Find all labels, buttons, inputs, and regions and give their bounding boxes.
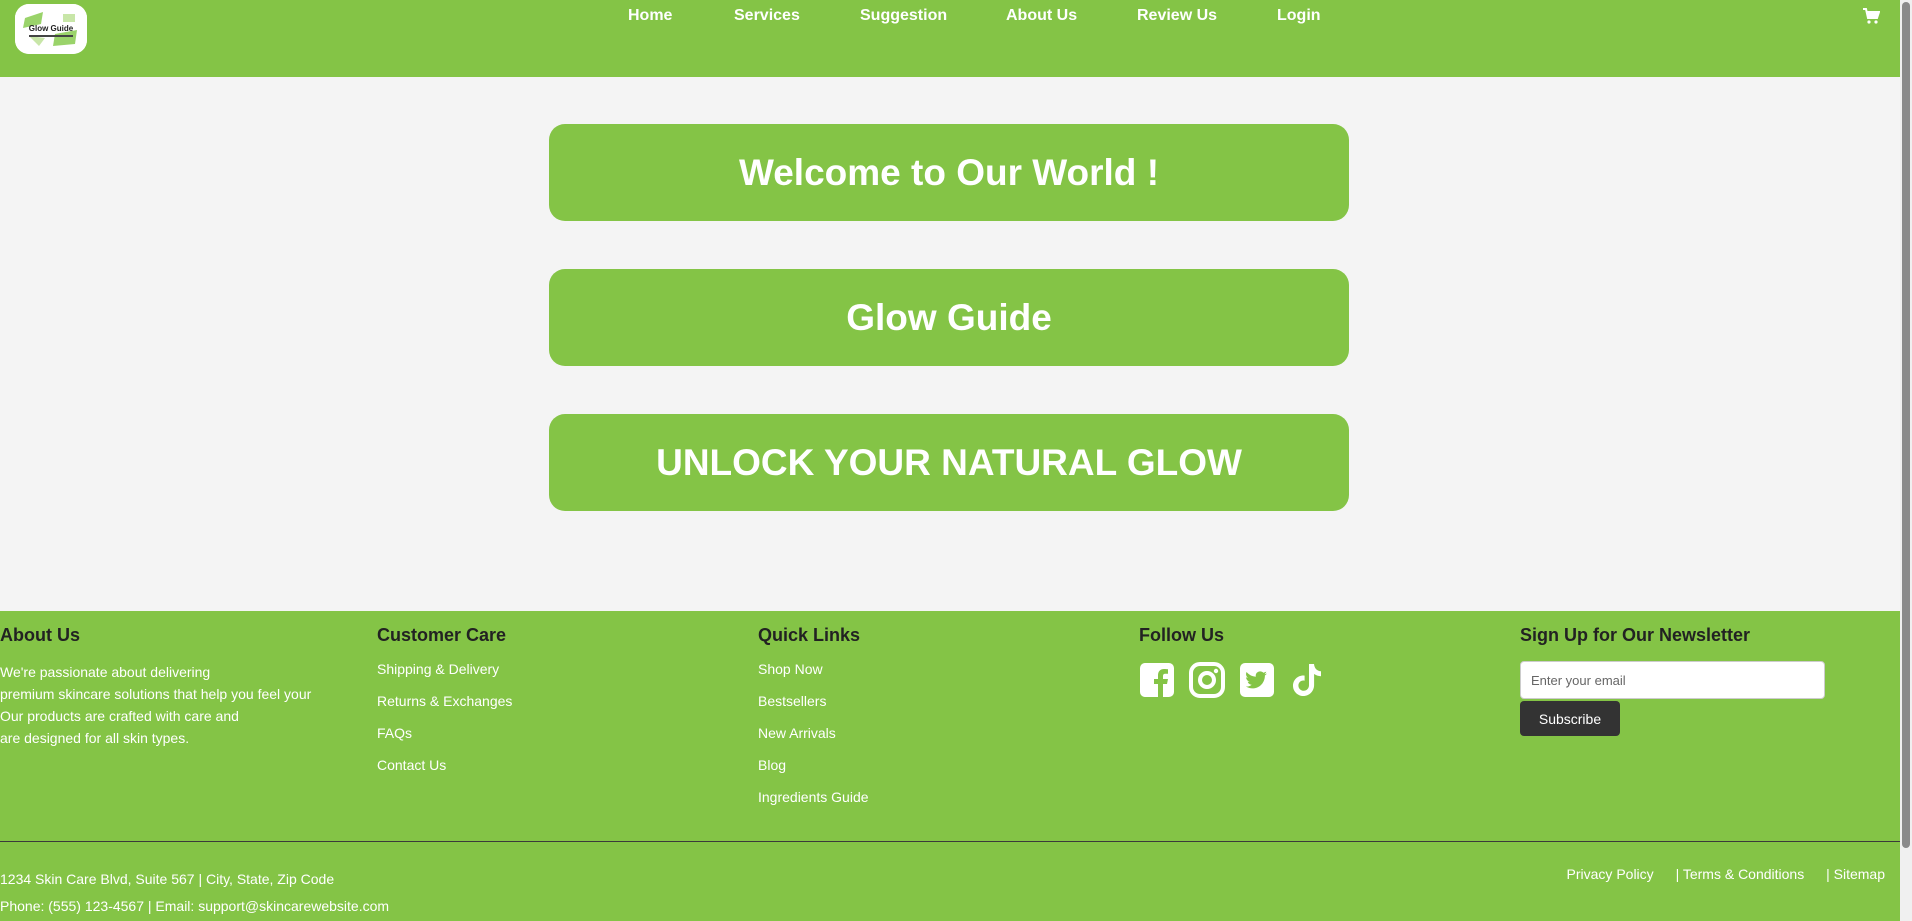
link-bestsellers[interactable]: Bestsellers	[758, 693, 826, 709]
footer-legal-links: Privacy Policy | Terms & Conditions | Si…	[1549, 866, 1885, 882]
twitter-icon[interactable]	[1239, 661, 1275, 699]
link-faqs[interactable]: FAQs	[377, 725, 412, 741]
nav-suggestion[interactable]: Suggestion	[860, 7, 947, 25]
scrollbar-thumb[interactable]	[1902, 2, 1910, 848]
footer-follow: Follow Us	[1139, 625, 1325, 699]
link-shop-now[interactable]: Shop Now	[758, 661, 823, 677]
site-footer: About Us We're passionate about deliveri…	[0, 611, 1900, 921]
footer-customer-care-title: Customer Care	[377, 625, 507, 645]
footer-divider	[0, 841, 1900, 842]
main-nav: Home Services Suggestion About Us Review…	[0, 7, 1900, 27]
nav-services[interactable]: Services	[734, 7, 800, 25]
footer-contact-info: 1234 Skin Care Blvd, Suite 567 | City, S…	[0, 866, 389, 920]
subscribe-button[interactable]: Subscribe	[1520, 701, 1620, 736]
page-scrollbar[interactable]	[1900, 0, 1912, 921]
site-header: Glow Guide Home Services Suggestion Abou…	[0, 0, 1900, 77]
nav-login[interactable]: Login	[1277, 7, 1321, 25]
link-sitemap[interactable]: | Sitemap	[1826, 866, 1885, 882]
nav-review-us[interactable]: Review Us	[1137, 7, 1217, 25]
tagline-banner: UNLOCK YOUR NATURAL GLOW	[549, 414, 1349, 511]
tiktok-icon[interactable]	[1289, 661, 1325, 699]
footer-follow-title: Follow Us	[1139, 625, 1224, 645]
instagram-icon[interactable]	[1189, 661, 1225, 699]
footer-customer-care: Customer Care Shipping & Delivery Return…	[377, 625, 512, 789]
footer-newsletter-title: Sign Up for Our Newsletter	[1520, 625, 1751, 645]
nav-about-us[interactable]: About Us	[1006, 7, 1077, 25]
about-text-line: Our products are crafted with care and	[0, 708, 239, 724]
footer-newsletter: Sign Up for Our Newsletter Subscribe	[1520, 625, 1825, 736]
welcome-heading: Welcome to Our World !	[738, 151, 1160, 193]
facebook-icon[interactable]	[1139, 661, 1175, 699]
newsletter-email-input[interactable]	[1520, 661, 1825, 699]
brand-heading: Glow Guide	[846, 296, 1052, 338]
welcome-banner: Welcome to Our World !	[549, 124, 1349, 221]
link-new-arrivals[interactable]: New Arrivals	[758, 725, 836, 741]
link-privacy-policy[interactable]: Privacy Policy	[1567, 866, 1654, 882]
footer-about-title: About Us	[0, 625, 80, 645]
footer-quick-links: Quick Links Shop Now Bestsellers New Arr…	[758, 625, 869, 821]
link-ingredients-guide[interactable]: Ingredients Guide	[758, 789, 869, 805]
page: Glow Guide Home Services Suggestion Abou…	[0, 0, 1900, 921]
link-contact-us[interactable]: Contact Us	[377, 757, 446, 773]
tagline-heading: UNLOCK YOUR NATURAL GLOW	[656, 441, 1242, 483]
footer-quick-links-title: Quick Links	[758, 625, 861, 645]
brand-banner: Glow Guide	[549, 269, 1349, 366]
link-shipping-delivery[interactable]: Shipping & Delivery	[377, 661, 499, 677]
about-text-line: We're passionate about delivering	[0, 664, 211, 680]
footer-phone-email: Phone: (555) 123-4567 | Email: support@s…	[0, 898, 390, 914]
nav-home[interactable]: Home	[628, 7, 672, 25]
social-links	[1139, 661, 1325, 699]
link-blog[interactable]: Blog	[758, 757, 786, 773]
about-text-line: premium skincare solutions that help you…	[0, 686, 312, 702]
footer-address: 1234 Skin Care Blvd, Suite 567 | City, S…	[0, 871, 335, 887]
footer-about: About Us We're passionate about deliveri…	[0, 625, 311, 749]
cart-icon[interactable]	[1862, 7, 1881, 25]
about-text-line: are designed for all skin types.	[0, 730, 190, 746]
link-terms-conditions[interactable]: | Terms & Conditions	[1676, 866, 1805, 882]
link-returns-exchanges[interactable]: Returns & Exchanges	[377, 693, 512, 709]
